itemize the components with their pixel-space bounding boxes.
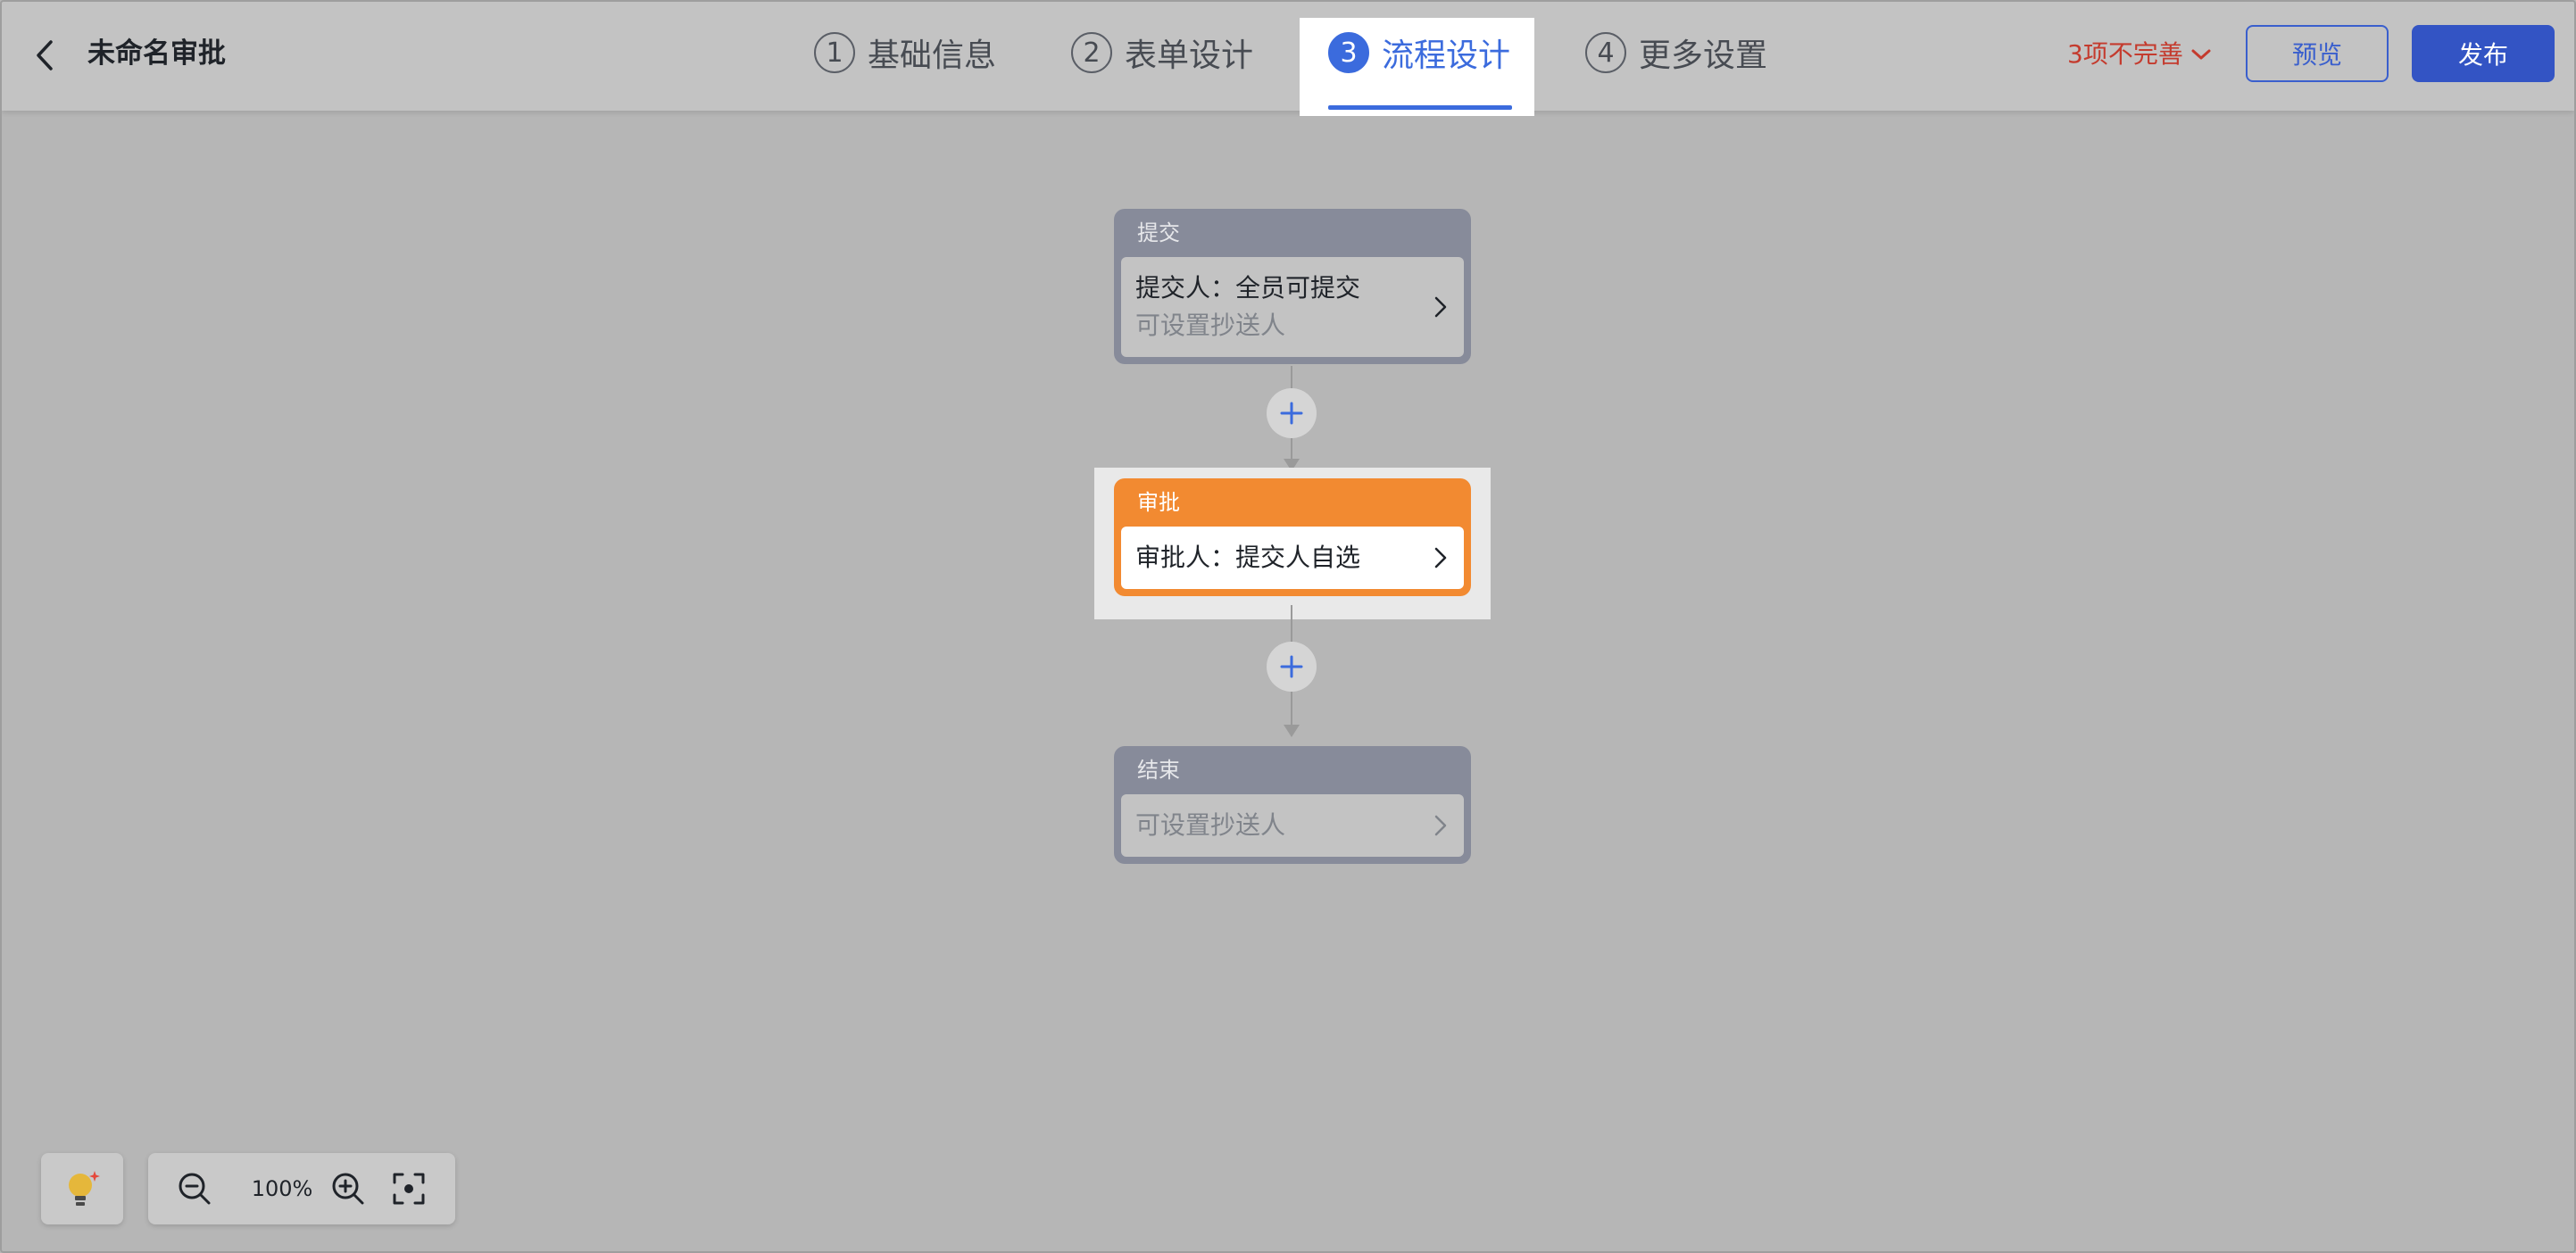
cc-setting: 可设置抄送人 xyxy=(1135,810,1286,840)
cc-setting: 可设置抄送人 xyxy=(1135,311,1286,340)
end-node[interactable]: 结束 可设置抄送人 xyxy=(1114,746,1471,864)
add-node-button[interactable] xyxy=(1267,642,1317,692)
connector-line xyxy=(1291,605,1292,643)
plus-icon xyxy=(1280,655,1303,678)
chevron-left-icon xyxy=(37,40,53,71)
tab-basic-info[interactable]: 1 基础信息 xyxy=(814,23,996,82)
node-body: 提交人：全员可提交 可设置抄送人 xyxy=(1121,257,1464,357)
fit-screen-button[interactable] xyxy=(387,1167,430,1210)
chevron-right-icon xyxy=(1434,547,1447,568)
step-number: 1 xyxy=(814,32,855,73)
plus-icon xyxy=(1280,402,1303,425)
step-number: 4 xyxy=(1585,32,1626,73)
step-number: 2 xyxy=(1071,32,1112,73)
connector-line xyxy=(1291,438,1292,460)
chevron-down-icon xyxy=(2191,49,2211,60)
node-title: 提交 xyxy=(1137,220,1180,245)
tab-form-design[interactable]: 2 表单设计 xyxy=(1071,23,1253,82)
tips-button[interactable] xyxy=(41,1153,123,1224)
zoom-out-icon xyxy=(179,1173,211,1205)
node-title: 审批 xyxy=(1137,490,1180,515)
node-body: 可设置抄送人 xyxy=(1121,794,1464,857)
fit-screen-icon xyxy=(393,1173,425,1205)
connector-line xyxy=(1291,692,1292,726)
incomplete-label: 3项不完善 xyxy=(2067,39,2183,69)
zoom-in-button[interactable] xyxy=(327,1167,370,1210)
tab-more-settings[interactable]: 4 更多设置 xyxy=(1585,23,1767,82)
step-label: 更多设置 xyxy=(1639,37,1768,74)
node-title: 结束 xyxy=(1137,758,1180,783)
arrow-down-icon xyxy=(1284,725,1300,737)
zoom-toolbar: 100% xyxy=(148,1153,455,1224)
connector-line xyxy=(1291,366,1292,389)
chevron-right-icon xyxy=(1434,296,1447,318)
submitter-setting: 提交人：全员可提交 xyxy=(1135,273,1361,303)
top-header: 未命名审批 1 基础信息 2 表单设计 3 流程设计 4 更多设置 3项不完善 … xyxy=(2,2,2574,116)
publish-button[interactable]: 发布 xyxy=(2412,25,2555,82)
add-node-button[interactable] xyxy=(1267,388,1317,438)
approver-setting: 审批人：提交人自选 xyxy=(1135,543,1361,572)
submit-node[interactable]: 提交 提交人：全员可提交 可设置抄送人 xyxy=(1114,209,1471,364)
preview-button[interactable]: 预览 xyxy=(2246,25,2389,82)
approval-node[interactable]: 审批 审批人：提交人自选 xyxy=(1114,478,1471,596)
node-body: 审批人：提交人自选 xyxy=(1121,527,1464,589)
step-number: 3 xyxy=(1328,32,1369,73)
step-label: 表单设计 xyxy=(1125,37,1254,74)
app-window: 未命名审批 1 基础信息 2 表单设计 3 流程设计 4 更多设置 3项不完善 … xyxy=(0,0,2576,1253)
back-button[interactable] xyxy=(27,34,62,77)
incomplete-items-dropdown[interactable]: 3项不完善 xyxy=(2067,34,2212,75)
tab-process-design[interactable]: 3 流程设计 xyxy=(1328,23,1510,82)
active-tab-underline xyxy=(1328,105,1512,110)
lightbulb-icon xyxy=(69,1171,100,1206)
step-label: 流程设计 xyxy=(1382,37,1511,74)
page-title: 未命名审批 xyxy=(87,37,226,70)
step-label: 基础信息 xyxy=(868,37,997,74)
zoom-out-button[interactable] xyxy=(173,1167,216,1210)
zoom-in-icon xyxy=(332,1173,364,1205)
chevron-right-icon xyxy=(1434,815,1447,836)
zoom-level: 100% xyxy=(251,1176,313,1201)
